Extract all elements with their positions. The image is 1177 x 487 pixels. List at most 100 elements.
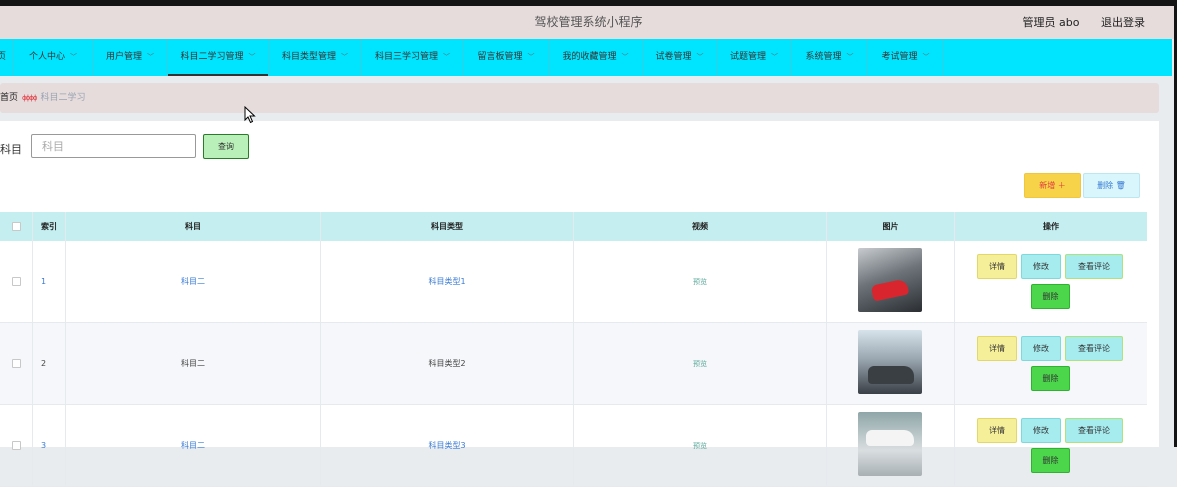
nav-item-personal-center[interactable]: 个人中心 ﹀ <box>14 39 93 76</box>
nav-item-label: 试题管理 <box>729 52 766 62</box>
view-comments-button[interactable]: 查看评论 <box>1065 336 1123 361</box>
car-thumbnail-image <box>858 330 922 394</box>
nav-item-label: 系统管理 <box>805 52 842 62</box>
nav-item-label: 科目三学习管理 <box>374 52 438 62</box>
row-index: 1 <box>33 241 66 323</box>
logout-link[interactable]: 退出登录 <box>1101 16 1145 29</box>
nav-item-label: 页 <box>0 52 6 62</box>
breadcrumb-current: 科目二学习 <box>40 93 86 103</box>
row-index: 2 <box>33 323 66 405</box>
row-subject: 科目二 <box>66 241 321 323</box>
row-actions: 详情 修改 查看评论 删除 <box>955 405 1147 487</box>
nav-item-label: 科目二学习管理 <box>180 52 244 62</box>
chevron-down-icon: ﹀ <box>147 53 154 61</box>
car-shape <box>868 366 914 384</box>
chevron-down-icon: ﹀ <box>771 53 778 61</box>
delete-row-button[interactable]: 删除 <box>1031 284 1070 309</box>
search-button[interactable]: 查询 <box>203 134 249 159</box>
nav-item-subject2-study[interactable]: 科目二学习管理 ﹀ <box>168 39 269 76</box>
chevron-down-icon: ﹀ <box>248 53 256 61</box>
row-video-cell: 预览 <box>574 241 827 323</box>
nav-item-questions[interactable]: 试题管理 ﹀ <box>717 39 792 76</box>
add-button[interactable]: 新增 ＋ <box>1024 173 1081 198</box>
select-all-cell <box>0 212 33 241</box>
video-preview-link[interactable]: 预览 <box>693 278 707 286</box>
breadcrumb-separator-icon: ɸɸɸɸ <box>22 94 38 102</box>
row-subject-type: 科目类型3 <box>321 405 574 487</box>
app-title: 驾校管理系统小程序 <box>534 15 643 29</box>
row-checkbox[interactable] <box>11 277 21 286</box>
car-shape <box>866 430 914 446</box>
table-row: 3 科目二 科目类型3 预览 详情 修改 查看评论 删除 <box>0 405 1147 487</box>
car-shape <box>870 278 910 302</box>
nav-item-label: 用户管理 <box>105 52 142 62</box>
video-preview-link[interactable]: 预览 <box>693 442 707 450</box>
row-subject-type: 科目类型1 <box>321 241 574 323</box>
row-checkbox[interactable] <box>11 441 21 450</box>
table-header-row: 索引 科目 科目类型 视频 图片 操作 <box>0 212 1147 241</box>
row-video-cell: 预览 <box>574 323 827 405</box>
car-thumbnail-image <box>858 248 922 312</box>
nav-item-message-board[interactable]: 留言板管理 ﹀ <box>464 39 549 76</box>
column-header-subject: 科目 <box>66 212 321 241</box>
header-user-area: 管理员 abo 退出登录 <box>1005 6 1145 39</box>
detail-button[interactable]: 详情 <box>977 254 1017 279</box>
nav-item-user-management[interactable]: 用户管理 ﹀ <box>93 39 168 76</box>
top-header: 驾校管理系统小程序 管理员 abo 退出登录 <box>0 6 1177 39</box>
nav-item-subject3-study[interactable]: 科目三学习管理 ﹀ <box>362 39 464 76</box>
admin-user-label: 管理员 abo <box>1022 16 1080 29</box>
subject-search-input[interactable] <box>31 134 196 158</box>
row-image-cell <box>827 405 955 487</box>
row-checkbox[interactable] <box>11 359 21 368</box>
edit-button[interactable]: 修改 <box>1021 418 1061 443</box>
chevron-down-icon: ﹀ <box>341 53 348 61</box>
nav-item-label: 科目类型管理 <box>281 52 336 62</box>
edit-button[interactable]: 修改 <box>1021 336 1061 361</box>
nav-item-system[interactable]: 系统管理 ﹀ <box>792 39 868 76</box>
breadcrumb-home[interactable]: 首页 <box>0 93 18 103</box>
row-image-cell <box>827 323 955 405</box>
delete-row-button[interactable]: 删除 <box>1031 366 1070 391</box>
column-header-type: 科目类型 <box>321 212 574 241</box>
chevron-down-icon: ﹀ <box>621 53 629 61</box>
row-video-cell: 预览 <box>574 405 827 487</box>
nav-item-exam[interactable]: 考试管理 ﹀ <box>868 39 944 76</box>
select-all-checkbox[interactable] <box>11 222 21 231</box>
nav-item-label: 留言板管理 <box>477 52 523 62</box>
row-subject-type: 科目类型2 <box>321 323 574 405</box>
delete-row-button[interactable]: 删除 <box>1031 448 1070 473</box>
row-index: 3 <box>33 405 66 487</box>
search-label: 科目 <box>0 143 22 156</box>
nav-item-subject-type[interactable]: 科目类型管理 ﹀ <box>269 39 362 76</box>
edit-button[interactable]: 修改 <box>1021 254 1061 279</box>
nav-item-home[interactable]: 页 <box>0 39 14 76</box>
column-header-actions: 操作 <box>1043 222 1059 231</box>
breadcrumb: 首页 ɸɸɸɸ 科目二学习 <box>0 83 1159 113</box>
detail-button[interactable]: 详情 <box>977 336 1017 361</box>
row-select-cell <box>0 405 33 487</box>
chevron-down-icon: ﹀ <box>527 53 535 61</box>
nav-item-exam-paper[interactable]: 试卷管理 ﹀ <box>643 39 717 76</box>
column-header-video: 视频 <box>574 212 827 241</box>
batch-delete-button[interactable]: 删除 🗑 <box>1083 173 1140 198</box>
video-preview-link[interactable]: 预览 <box>693 360 707 368</box>
mouse-pointer-icon <box>244 106 256 124</box>
chevron-down-icon: ﹀ <box>70 53 77 61</box>
view-comments-button[interactable]: 查看评论 <box>1065 254 1123 279</box>
row-subject: 科目二 <box>66 405 321 487</box>
detail-button[interactable]: 详情 <box>977 418 1017 443</box>
row-actions: 详情 修改 查看评论 删除 <box>955 323 1147 405</box>
nav-item-label: 个人中心 <box>28 52 65 62</box>
chevron-down-icon: ﹀ <box>922 53 930 61</box>
row-select-cell <box>0 323 33 405</box>
nav-item-label: 考试管理 <box>881 52 918 62</box>
nav-item-label: 我的收藏管理 <box>562 52 617 62</box>
row-subject: 科目二 <box>66 323 321 405</box>
chevron-down-icon: ﹀ <box>443 53 450 61</box>
view-comments-button[interactable]: 查看评论 <box>1065 418 1123 443</box>
chevron-down-icon: ﹀ <box>696 53 704 61</box>
chevron-down-icon: ﹀ <box>846 53 854 61</box>
nav-item-favorites[interactable]: 我的收藏管理 ﹀ <box>549 39 643 76</box>
column-header-index: 索引 <box>33 212 66 241</box>
main-content: 科目 查询 新增 ＋ 删除 🗑 索引 科目 科目类型 视频 图片 操作 1 科目… <box>0 121 1159 487</box>
